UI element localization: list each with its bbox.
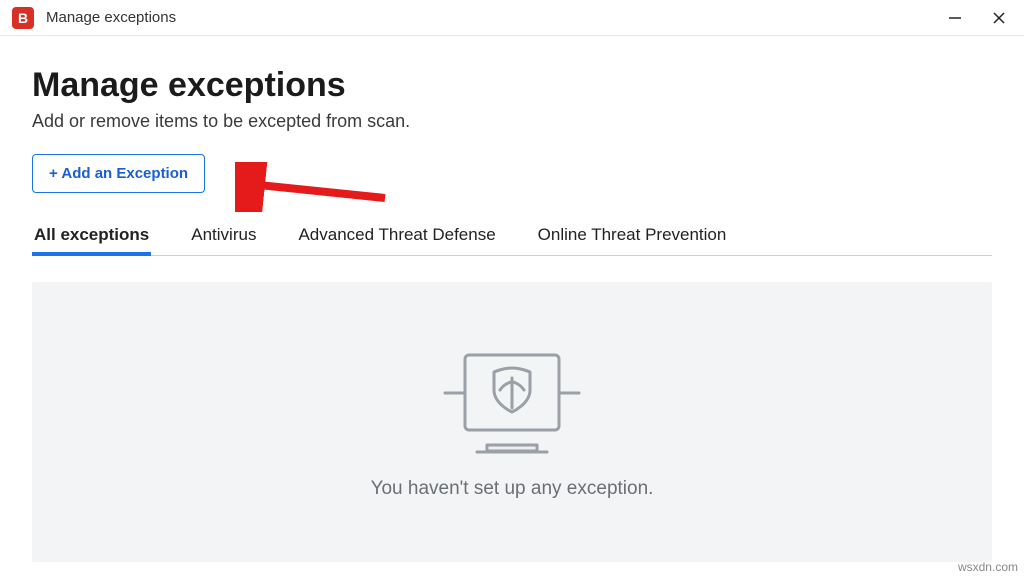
add-exception-label: + Add an Exception <box>49 165 188 182</box>
titlebar: B Manage exceptions <box>0 0 1024 36</box>
tab-advanced-threat-defense[interactable]: Advanced Threat Defense <box>296 219 497 255</box>
empty-state-text: You haven't set up any exception. <box>371 478 654 500</box>
minimize-button[interactable] <box>942 5 968 31</box>
empty-state-icon <box>437 345 587 460</box>
tab-antivirus[interactable]: Antivirus <box>189 219 258 255</box>
content-area: Manage exceptions Add or remove items to… <box>0 36 1024 562</box>
page-title: Manage exceptions <box>32 66 992 105</box>
empty-state-panel: You haven't set up any exception. <box>32 282 992 562</box>
window-controls <box>942 5 1012 31</box>
close-button[interactable] <box>986 5 1012 31</box>
watermark: wsxdn.com <box>958 560 1018 574</box>
window-title: Manage exceptions <box>46 9 942 26</box>
page-subtitle: Add or remove items to be excepted from … <box>32 111 992 132</box>
tab-online-threat-prevention[interactable]: Online Threat Prevention <box>536 219 729 255</box>
app-icon: B <box>12 7 34 29</box>
tabs: All exceptions Antivirus Advanced Threat… <box>32 219 992 256</box>
tab-all-exceptions[interactable]: All exceptions <box>32 219 151 255</box>
add-exception-button[interactable]: + Add an Exception <box>32 154 205 193</box>
